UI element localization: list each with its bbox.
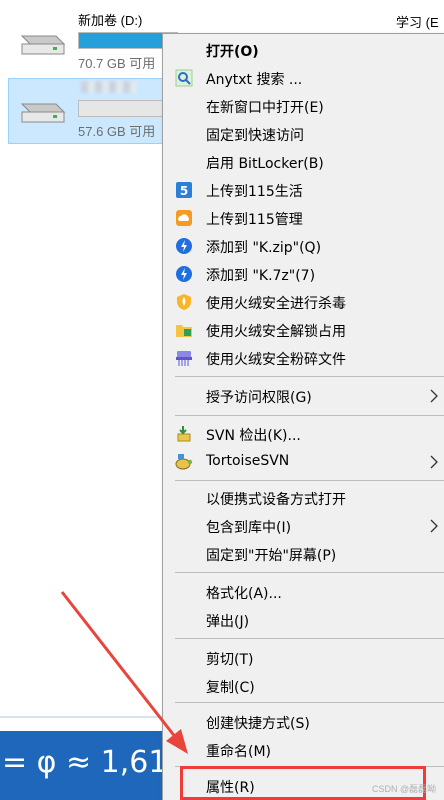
menu-item-label: 在新窗口中打开(E) xyxy=(206,100,324,116)
menu-item-format[interactable]: 格式化(A)... xyxy=(163,578,444,606)
drive-free-space: 70.7 GB 可用 xyxy=(78,56,156,71)
menu-item-label: 剪切(T) xyxy=(206,652,254,668)
menu-item-label: 固定到"开始"屏幕(P) xyxy=(206,548,337,564)
menu-item-label: 创建快捷方式(S) xyxy=(206,716,310,732)
menu-item-label: 上传到115生活 xyxy=(206,184,303,200)
menu-item-label: 复制(C) xyxy=(206,680,255,696)
watermark: CSDN @磊磊呦 xyxy=(372,784,437,794)
menu-separator xyxy=(175,572,444,573)
menu-item-label: 使用火绒安全解锁占用 xyxy=(206,324,346,340)
menu-item-bitlocker[interactable]: 启用 BitLocker(B) xyxy=(163,148,444,176)
wallpaper-line xyxy=(0,716,164,718)
drive-name: 新加卷 (D:) xyxy=(78,13,143,28)
menu-separator xyxy=(175,638,444,639)
wallpaper-formula: = φ ≈ 1,61 xyxy=(2,745,168,780)
menu-item-label: 以便携式设备方式打开 xyxy=(206,492,346,508)
huorong-shield-icon xyxy=(177,294,191,310)
menu-item-label: SVN 检出(K)... xyxy=(206,428,301,444)
menu-item-rename[interactable]: 重命名(M) xyxy=(163,736,444,764)
menu-item-pin-start[interactable]: 固定到"开始"屏幕(P) xyxy=(163,540,444,568)
menu-item-copy[interactable]: 复制(C) xyxy=(163,672,444,700)
bandizip-icon xyxy=(176,266,192,282)
115-cloud-icon xyxy=(176,210,192,226)
menu-separator xyxy=(175,415,444,416)
menu-item-label: 固定到快速访问 xyxy=(206,128,304,144)
menu-item-label: 添加到 "K.7z"(7) xyxy=(206,268,316,284)
drive-e-label[interactable]: 学习 (E xyxy=(396,12,439,31)
menu-item-label: 弹出(J) xyxy=(206,614,250,630)
chevron-right-icon xyxy=(430,455,438,469)
menu-item-anytxt-search[interactable]: Anytxt 搜索 ... xyxy=(163,64,444,92)
menu-item-upload-115-life[interactable]: 5 上传到115生活 xyxy=(163,176,444,204)
menu-item-add-zip[interactable]: 添加到 "K.zip"(Q) xyxy=(163,232,444,260)
menu-item-label: 添加到 "K.zip"(Q) xyxy=(206,240,322,256)
menu-item-pin-quick-access[interactable]: 固定到快速访问 xyxy=(163,120,444,148)
menu-item-huorong-shred[interactable]: 使用火绒安全粉碎文件 xyxy=(163,344,444,372)
tortoise-svn-icon xyxy=(175,454,193,470)
menu-item-label: TortoiseSVN xyxy=(206,453,290,469)
menu-item-include-library[interactable]: 包含到库中(I) xyxy=(163,512,444,540)
115-life-icon: 5 xyxy=(176,182,192,198)
menu-item-grant-access[interactable]: 授予访问权限(G) xyxy=(163,382,444,410)
menu-item-add-7z[interactable]: 添加到 "K.7z"(7) xyxy=(163,260,444,288)
menu-item-open-new-window[interactable]: 在新窗口中打开(E) xyxy=(163,92,444,120)
menu-item-upload-115-manage[interactable]: 上传到115管理 xyxy=(163,204,444,232)
chevron-right-icon xyxy=(430,519,438,533)
menu-item-huorong-unlock[interactable]: 使用火绒安全解锁占用 xyxy=(163,316,444,344)
svg-text:5: 5 xyxy=(180,184,188,198)
context-menu: 打开(O) Anytxt 搜索 ... 在新窗口中打开(E) 固定到快速访问 启… xyxy=(162,33,444,800)
bandizip-icon xyxy=(176,238,192,254)
menu-separator xyxy=(175,376,444,377)
menu-item-open-portable[interactable]: 以便携式设备方式打开 xyxy=(163,484,444,512)
chevron-right-icon xyxy=(430,389,438,403)
drive-free-space: 57.6 GB 可用 xyxy=(78,124,156,139)
menu-separator xyxy=(175,480,444,481)
blurred-drive-name xyxy=(81,81,137,93)
menu-item-create-shortcut[interactable]: 创建快捷方式(S) xyxy=(163,708,444,736)
menu-item-label: 格式化(A)... xyxy=(206,586,282,602)
menu-item-huorong-scan[interactable]: 使用火绒安全进行杀毒 xyxy=(163,288,444,316)
svn-checkout-icon xyxy=(177,426,191,442)
menu-item-label: 授予访问权限(G) xyxy=(206,390,312,406)
huorong-shredder-icon xyxy=(176,351,192,366)
menu-item-label: 使用火绒安全粉碎文件 xyxy=(206,352,346,368)
menu-item-label: 包含到库中(I) xyxy=(206,520,292,536)
menu-item-eject[interactable]: 弹出(J) xyxy=(163,606,444,634)
menu-item-label: 重命名(M) xyxy=(206,744,272,760)
menu-separator xyxy=(175,702,444,703)
menu-item-label: 打开(O) xyxy=(206,44,259,60)
menu-item-cut[interactable]: 剪切(T) xyxy=(163,644,444,672)
menu-item-tortoisesvn[interactable]: TortoiseSVN xyxy=(163,448,444,476)
magnifier-icon xyxy=(175,69,193,87)
menu-item-svn-checkout[interactable]: SVN 检出(K)... xyxy=(163,420,444,448)
huorong-folder-icon xyxy=(176,325,192,337)
hard-drive-icon xyxy=(20,103,66,123)
hard-drive-icon xyxy=(20,35,66,55)
menu-item-label: 启用 BitLocker(B) xyxy=(206,156,324,172)
menu-item-label: 使用火绒安全进行杀毒 xyxy=(206,296,346,312)
menu-item-label: Anytxt 搜索 ... xyxy=(206,72,303,88)
menu-item-label: 上传到115管理 xyxy=(206,212,303,228)
menu-item-open[interactable]: 打开(O) xyxy=(163,36,444,64)
